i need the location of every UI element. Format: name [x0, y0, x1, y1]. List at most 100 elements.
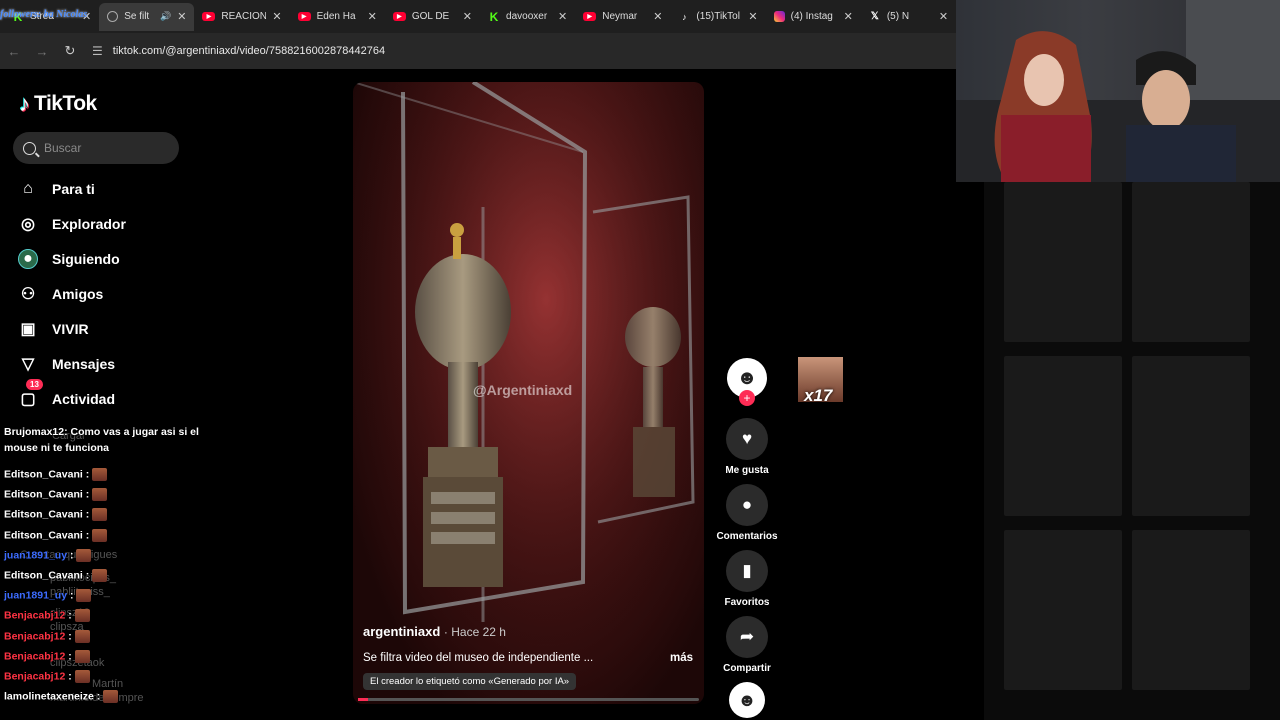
nav-explore[interactable]: ◎ Explorador	[18, 214, 126, 234]
browser-tab[interactable]: ▶ GOL DE ✕	[385, 3, 480, 31]
x-icon: 𝕏	[870, 11, 879, 22]
video-progress-bar[interactable]	[358, 698, 699, 701]
browser-tab[interactable]: ▶ Eden Ha ✕	[290, 3, 385, 31]
nav-for-you[interactable]: ⌂ Para ti	[18, 179, 95, 199]
tab-label: Neymar	[602, 11, 638, 22]
grid-tile[interactable]	[1004, 530, 1122, 690]
search-input[interactable]: Buscar	[13, 132, 179, 164]
grid-tile[interactable]	[1132, 530, 1250, 690]
like-button[interactable]: ♥	[726, 418, 768, 460]
browser-tab[interactable]: ▶ Neymar ✕	[575, 3, 670, 31]
browser-tab[interactable]: (4) Instag ✕	[766, 3, 861, 31]
chat-text: :	[82, 468, 90, 481]
video-player[interactable]: @Argentiniaxd argentiniaxd · Hace 22 h S…	[353, 82, 704, 704]
creator-avatar[interactable]: ☻ +	[727, 358, 767, 406]
chat-user: lamolinetaxeneize	[4, 690, 94, 703]
chat-user: Editson_Cavani	[4, 528, 83, 541]
chat-message: Editson_Cavani :	[4, 569, 108, 582]
chat-emote-icon	[92, 528, 108, 542]
chat-message: Benjacabj12 :	[4, 649, 90, 663]
like-label: Me gusta	[725, 465, 769, 476]
friends-icon: ⚇	[20, 286, 36, 303]
sound-avatar[interactable]: ☻	[729, 682, 765, 718]
close-tab-icon[interactable]: ✕	[177, 10, 186, 23]
tab-label: GOL DE	[411, 11, 450, 22]
chat-message: Benjacabj12 :	[4, 609, 90, 623]
live-icon: ▣	[20, 321, 36, 338]
grid-tile[interactable]	[1132, 182, 1250, 342]
compass-icon: ◎	[21, 216, 35, 233]
grid-tile[interactable]	[1132, 356, 1250, 516]
audio-playing-icon[interactable]: 🔊	[160, 11, 171, 22]
grid-tile[interactable]	[1004, 182, 1122, 342]
activity-icon: ▢ 13	[18, 379, 43, 409]
webcam-overlay	[956, 0, 1280, 182]
chat-text: :	[82, 488, 90, 501]
post-time: · Hace 22 h	[443, 625, 506, 639]
nav-messages[interactable]: ▽ Mensajes	[18, 354, 115, 374]
comment-button[interactable]: ●	[726, 484, 768, 526]
close-tab-icon[interactable]: ✕	[653, 10, 662, 23]
reload-icon[interactable]: ↻	[56, 43, 84, 59]
chat-message: Benjacabj12 :	[4, 629, 90, 643]
share-icon: ➦	[739, 627, 755, 646]
chat-text: :	[82, 508, 90, 521]
tiktok-logo[interactable]: ♪ TikTok	[19, 91, 97, 117]
share-button[interactable]: ➦	[726, 616, 768, 658]
close-tab-icon[interactable]: ✕	[748, 10, 757, 23]
nav-label: Amigos	[52, 286, 104, 302]
follow-button[interactable]: +	[739, 390, 755, 406]
close-tab-icon[interactable]: ✕	[368, 10, 377, 23]
chat-text: :	[65, 609, 72, 622]
account-item[interactable]: Martín	[92, 678, 123, 690]
chat-emote-icon	[92, 488, 108, 502]
grid-tile[interactable]	[1004, 356, 1122, 516]
address-bar: ← → ↻ ☰ tiktok.com/@argentiniaxd/video/7…	[0, 33, 956, 69]
video-actions: ☻ + ♥ Me gusta ● Comentarios ▮ Favoritos …	[716, 358, 778, 718]
chat-text: :	[67, 589, 74, 602]
chat-text: :	[65, 650, 72, 663]
tiktok-logo-text: TikTok	[34, 92, 97, 115]
nav-label: VIVIR	[52, 321, 89, 337]
more-button[interactable]: más	[670, 652, 693, 664]
chat-emote-icon	[74, 670, 90, 683]
tab-label: (5) N	[886, 11, 910, 22]
close-tab-icon[interactable]: ✕	[463, 10, 472, 23]
nav-label: Mensajes	[52, 356, 116, 372]
chat-text: :	[65, 629, 72, 642]
nav-following[interactable]: ● Siguiendo	[18, 249, 120, 269]
tiktok-icon: ♪	[682, 11, 687, 22]
close-tab-icon[interactable]: ✕	[272, 10, 281, 23]
tab-label: Eden Ha	[316, 11, 356, 22]
chat-text: :	[67, 549, 74, 562]
forward-icon[interactable]: →	[28, 44, 56, 59]
chat-message: Editson_Cavani :	[4, 468, 108, 481]
browser-tab[interactable]: Kdavooxer ✕	[480, 3, 575, 31]
recommended-grid	[984, 182, 1280, 720]
nav-live[interactable]: ▣ VIVIR	[18, 319, 89, 339]
chat-emote-icon	[76, 589, 92, 603]
chat-user: Benjacabj12	[4, 670, 66, 683]
back-icon[interactable]: ←	[0, 44, 28, 59]
video-author[interactable]: argentiniaxd · Hace 22 h	[363, 624, 506, 639]
chat-message: juan1891_uy :	[4, 589, 92, 603]
browser-tab[interactable]: 𝕏 (5) N ✕	[861, 3, 956, 31]
favorite-label: Favoritos	[724, 597, 770, 608]
tab-label: (15)TikTol	[696, 11, 740, 22]
close-tab-icon[interactable]: ✕	[558, 10, 567, 23]
tiktok-logo-icon: ♪	[19, 91, 30, 116]
nav-activity[interactable]: ▢ 13 Actividad	[18, 379, 115, 409]
nav-friends[interactable]: ⚇ Amigos	[18, 284, 104, 304]
chat-message: Benjacabj12 :	[4, 670, 90, 683]
author-name[interactable]: argentiniaxd	[363, 624, 440, 639]
site-settings-icon[interactable]: ☰	[92, 44, 103, 58]
favorite-button[interactable]: ▮	[726, 550, 768, 592]
browser-tab[interactable]: Se filt 🔊 ✕	[99, 2, 195, 31]
url-field[interactable]: ☰ tiktok.com/@argentiniaxd/video/7588216…	[92, 37, 385, 65]
youtube-icon: ▶	[583, 12, 597, 21]
close-tab-icon[interactable]: ✕	[844, 10, 853, 23]
chat-user: Benjacabj12	[4, 650, 66, 663]
close-tab-icon[interactable]: ✕	[939, 10, 948, 23]
browser-tab[interactable]: ♪ (15)TikTol ✕	[670, 3, 765, 31]
browser-tab[interactable]: ▶ REACION ✕	[194, 3, 289, 31]
